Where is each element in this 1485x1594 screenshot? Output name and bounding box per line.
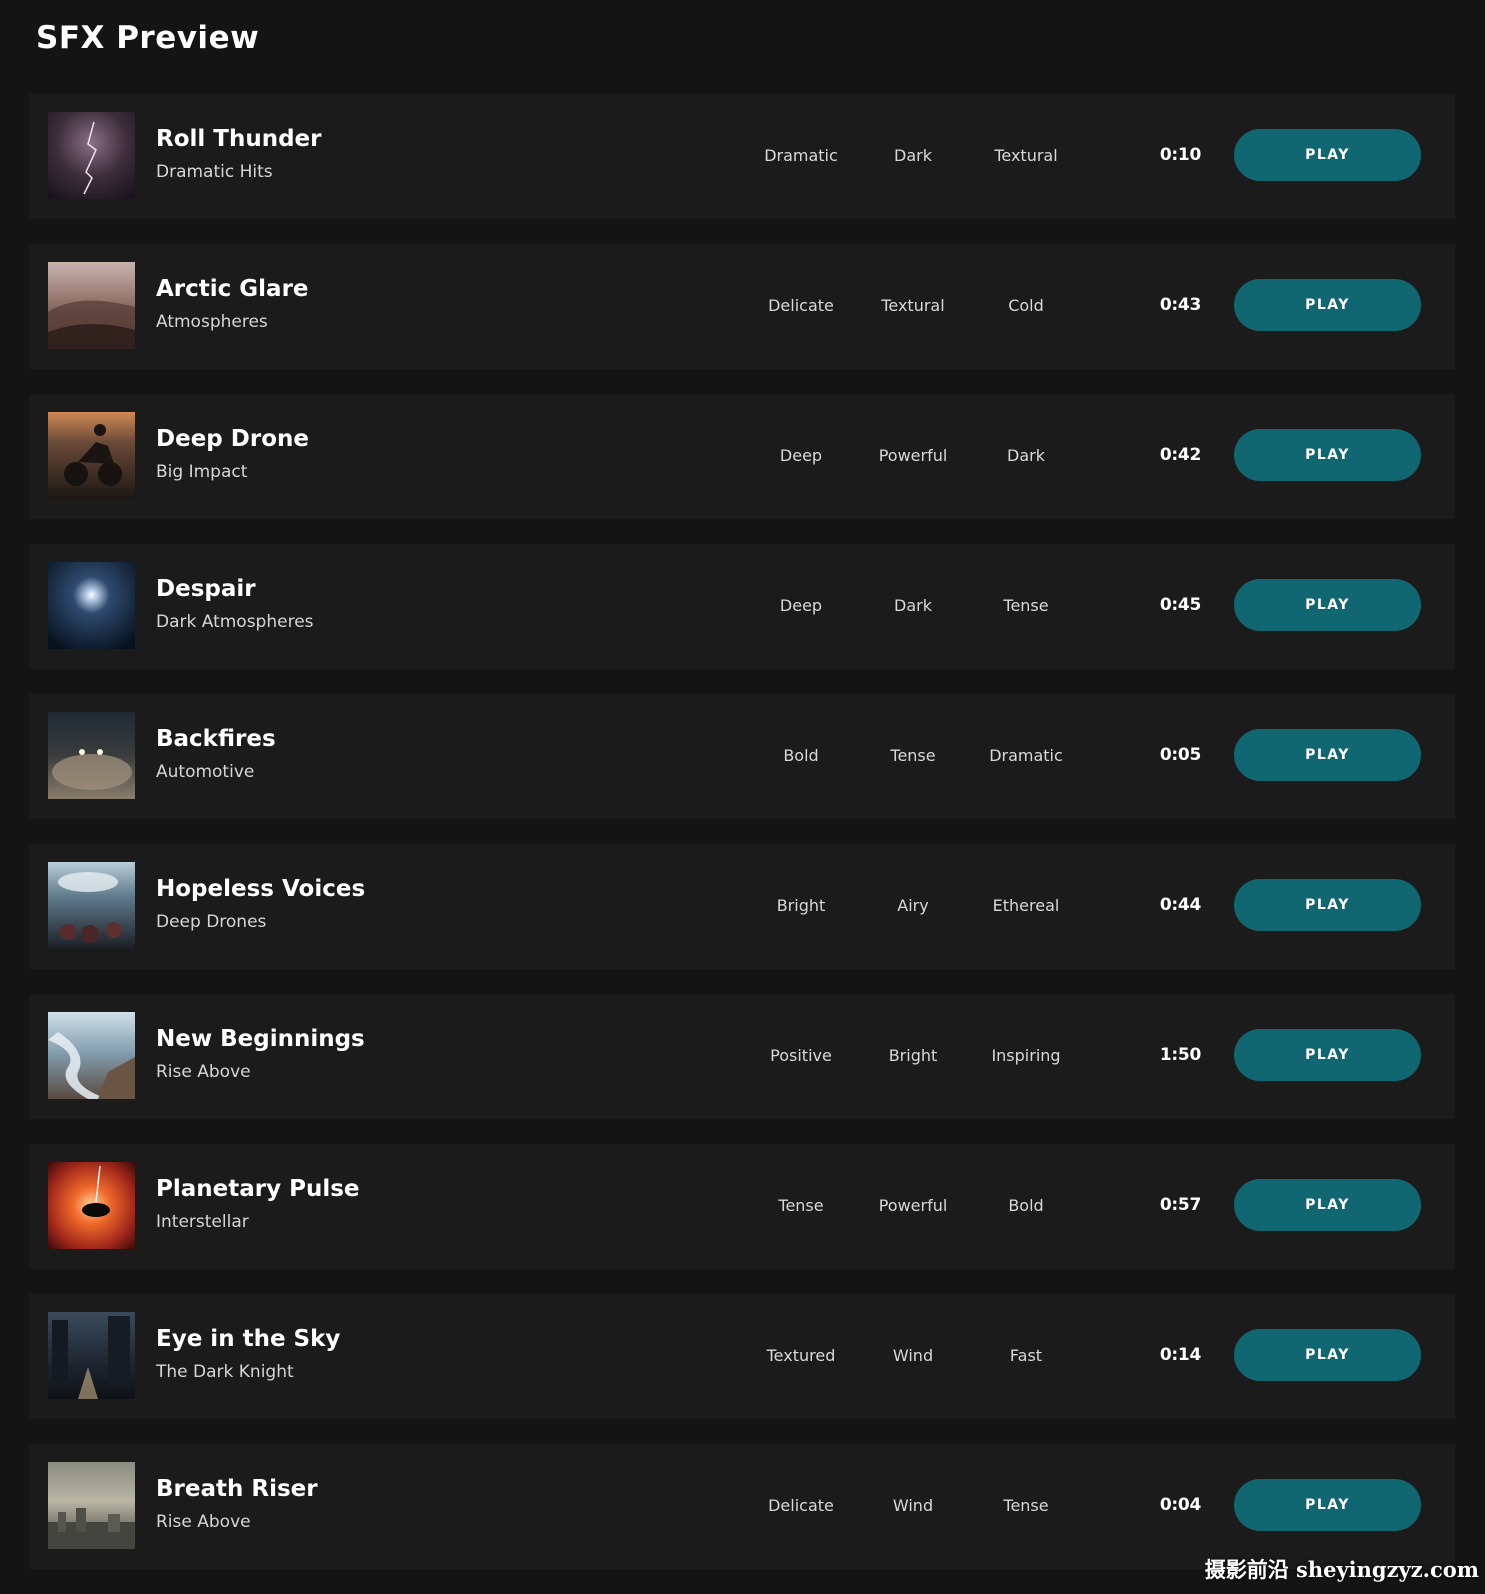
track-row[interactable]: Breath Riser Rise Above Delicate Wind Te… <box>29 1444 1455 1569</box>
track-duration: 0:14 <box>1159 1345 1201 1365</box>
cover-art-motorcycle <box>48 412 135 499</box>
track-duration: 0:44 <box>1159 895 1201 915</box>
mood-tag: Inspiring <box>991 1046 1061 1065</box>
track-duration: 0:42 <box>1159 445 1201 465</box>
cover-art-city-street <box>48 1312 135 1399</box>
track-row[interactable]: Backfires Automotive Bold Tense Dramatic… <box>29 694 1455 819</box>
track-duration: 0:10 <box>1159 145 1201 165</box>
play-button[interactable]: PLAY <box>1234 579 1421 631</box>
track-title: New Beginnings <box>156 1026 365 1052</box>
cover-art-glowing-light <box>48 562 135 649</box>
track-row[interactable]: Planetary Pulse Interstellar Tense Power… <box>29 1144 1455 1269</box>
cover-art-glacier-valley <box>48 1012 135 1099</box>
mood-tag: Textural <box>994 146 1058 165</box>
track-row[interactable]: New Beginnings Rise Above Positive Brigh… <box>29 994 1455 1119</box>
play-button[interactable]: PLAY <box>1234 1479 1421 1531</box>
mood-tag: Bold <box>1008 1196 1044 1215</box>
play-button[interactable]: PLAY <box>1234 1179 1421 1231</box>
track-category: Rise Above <box>156 1512 251 1532</box>
track-list: Roll Thunder Dramatic Hits Dramatic Dark… <box>29 94 1455 1594</box>
track-duration: 0:43 <box>1159 295 1201 315</box>
track-title: Backfires <box>156 726 276 752</box>
track-row[interactable]: Arctic Glare Atmospheres Delicate Textur… <box>29 244 1455 369</box>
cover-art-cloudy-mountains <box>48 862 135 949</box>
track-row[interactable]: Hopeless Voices Deep Drones Bright Airy … <box>29 844 1455 969</box>
track-title: Eye in the Sky <box>156 1326 341 1352</box>
track-category: Atmospheres <box>156 312 268 332</box>
track-category: Deep Drones <box>156 912 267 932</box>
track-title: Arctic Glare <box>156 276 309 302</box>
track-category: Dramatic Hits <box>156 162 273 182</box>
mood-tag: Dramatic <box>989 746 1063 765</box>
page-title: SFX Preview <box>36 20 260 56</box>
play-button[interactable]: PLAY <box>1234 1329 1421 1381</box>
track-category: Interstellar <box>156 1212 249 1232</box>
cover-art-car-dust <box>48 712 135 799</box>
mood-tag: Dark <box>1007 446 1045 465</box>
mood-tag: Fast <box>1009 1346 1043 1365</box>
mood-tag: Cold <box>1008 296 1044 315</box>
mood-tag: Ethereal <box>992 896 1060 915</box>
track-row[interactable]: Deep Drone Big Impact Deep Powerful Dark… <box>29 394 1455 519</box>
track-category: Dark Atmospheres <box>156 612 314 632</box>
track-category: Big Impact <box>156 462 248 482</box>
mood-tag: Tense <box>1003 1496 1049 1515</box>
track-category: Automotive <box>156 762 255 782</box>
track-title: Despair <box>156 576 256 602</box>
play-button[interactable]: PLAY <box>1234 429 1421 481</box>
track-duration: 0:04 <box>1159 1495 1201 1515</box>
track-row[interactable]: Despair Dark Atmospheres Deep Dark Tense… <box>29 544 1455 669</box>
track-title: Roll Thunder <box>156 126 322 152</box>
cover-art-black-hole <box>48 1162 135 1249</box>
track-title: Breath Riser <box>156 1476 318 1502</box>
track-duration: 0:05 <box>1159 745 1201 765</box>
cover-art-city-skyline <box>48 1462 135 1549</box>
track-title: Planetary Pulse <box>156 1176 360 1202</box>
track-category: The Dark Knight <box>156 1362 294 1382</box>
track-title: Hopeless Voices <box>156 876 366 902</box>
play-button[interactable]: PLAY <box>1234 1029 1421 1081</box>
track-row[interactable]: Eye in the Sky The Dark Knight Textured … <box>29 1294 1455 1419</box>
play-button[interactable]: PLAY <box>1234 879 1421 931</box>
play-button[interactable]: PLAY <box>1234 729 1421 781</box>
cover-art-thunderstorm <box>48 112 135 199</box>
cover-art-desert-dunes <box>48 262 135 349</box>
track-title: Deep Drone <box>156 426 309 452</box>
track-duration: 1:50 <box>1159 1045 1201 1065</box>
track-duration: 0:57 <box>1159 1195 1201 1215</box>
play-button[interactable]: PLAY <box>1234 279 1421 331</box>
mood-tag: Tense <box>1003 596 1049 615</box>
track-category: Rise Above <box>156 1062 251 1082</box>
watermark: 摄影前沿 sheyingzyz.com <box>1204 1557 1479 1582</box>
track-row[interactable]: Roll Thunder Dramatic Hits Dramatic Dark… <box>29 94 1455 219</box>
track-duration: 0:45 <box>1159 595 1201 615</box>
play-button[interactable]: PLAY <box>1234 129 1421 181</box>
